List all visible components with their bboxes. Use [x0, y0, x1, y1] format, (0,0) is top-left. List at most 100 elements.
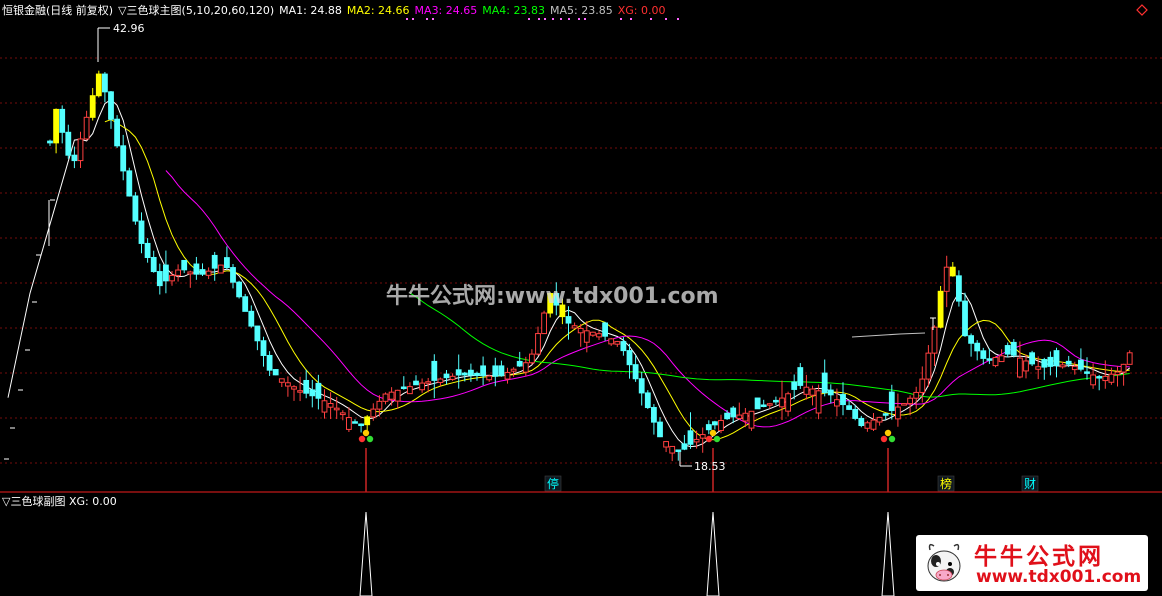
candle-body [47, 140, 53, 144]
candle-body [809, 388, 816, 396]
candle-body [358, 423, 365, 427]
candle-body [364, 416, 371, 426]
candle-body [1114, 371, 1121, 376]
candle-body [181, 259, 188, 271]
candle-body [230, 267, 236, 283]
candle-body [327, 403, 334, 408]
candle-body [291, 386, 297, 390]
sub-indicator-label[interactable]: ▽三色球副图 [2, 495, 65, 508]
candle-body [626, 350, 633, 366]
candle-body [254, 325, 261, 342]
ma-line-ma5 [851, 332, 926, 338]
candle-body [400, 386, 407, 390]
candle-body [529, 353, 535, 364]
candle-body [736, 414, 743, 420]
ball-green [888, 435, 896, 443]
signal-spike [881, 511, 895, 596]
candle-body [108, 91, 114, 120]
candle-body [1047, 356, 1054, 367]
candle-body [535, 333, 541, 355]
candle-body [510, 368, 517, 372]
candle-body [315, 382, 322, 399]
logo-text-bottom: www.tdx001.com [976, 567, 1142, 587]
candle-body [577, 327, 584, 334]
candle-body [486, 375, 493, 381]
candle-body [907, 397, 914, 405]
candle-body [913, 391, 920, 399]
candle-body [169, 274, 175, 282]
candle-body [748, 410, 755, 429]
candle-body [126, 170, 133, 197]
candle-body [272, 369, 279, 376]
candle-body [217, 264, 224, 274]
ball-red [358, 435, 366, 443]
candle-body [156, 271, 163, 287]
candle-body [571, 325, 578, 329]
candle-body [1059, 364, 1066, 368]
candle-body [1023, 360, 1029, 372]
candle-body [901, 403, 907, 406]
candle-body [962, 300, 968, 337]
candle-body [803, 386, 810, 395]
candle-body [663, 441, 670, 448]
candle-body [980, 350, 987, 359]
panel-separator[interactable] [0, 490, 1162, 494]
candle-body [1084, 371, 1090, 374]
candle-body [407, 386, 413, 395]
candle-body [187, 271, 194, 275]
candle-body [224, 257, 230, 269]
ball-green [366, 435, 374, 443]
candle-body [882, 413, 889, 416]
candle-body [120, 145, 127, 172]
ball-yellow [884, 429, 892, 437]
candle-body [175, 269, 181, 276]
candle-body [1078, 359, 1084, 370]
diamond-icon[interactable] [1136, 4, 1148, 16]
candle-body [858, 417, 865, 427]
candle-body [492, 365, 499, 377]
candle-body [59, 108, 66, 133]
candle-body [699, 434, 706, 439]
candle-body [895, 406, 901, 420]
candle-body [449, 375, 456, 380]
candle-body [791, 381, 798, 390]
candle-body [590, 331, 596, 336]
candle-body [297, 390, 304, 393]
candle-body [1071, 365, 1078, 371]
candle-body [1029, 352, 1035, 365]
candle-body [376, 400, 383, 410]
main-indicator-label[interactable]: ▽三色球主图(5,10,20,60,120) [118, 4, 274, 17]
candle-body [431, 360, 438, 381]
stock-title: 恒银金融(日线 前复权) [2, 4, 114, 17]
candle-body [278, 378, 285, 383]
candle-body [65, 131, 72, 156]
ma-line-ma2 [104, 118, 1130, 441]
candle-body [931, 326, 938, 354]
candle-body [949, 266, 956, 277]
candle-body [541, 312, 548, 335]
candle-body [114, 118, 120, 147]
candle-body [144, 242, 151, 258]
ball-yellow [709, 429, 717, 437]
candle-body [681, 443, 688, 450]
ball-yellow [362, 429, 370, 437]
candle-body [77, 138, 84, 162]
candle-body [1041, 359, 1048, 368]
marker-badge: 停 [544, 475, 562, 492]
candle-body [705, 424, 712, 431]
candle-body [309, 389, 316, 397]
candle-body [138, 220, 145, 244]
candle-body [797, 367, 804, 386]
candle-body [303, 379, 310, 394]
candle-body [956, 275, 962, 302]
candle-body [163, 264, 169, 282]
main-price-chart[interactable]: 停 榜 财 42.96 18.53 牛牛公式网:www.tdx001.com [0, 0, 1162, 492]
candle-body [102, 73, 108, 93]
ma5-readout: MA5: 23.85 [549, 4, 613, 17]
stock-chart-window: 停 榜 财 42.96 18.53 牛牛公式网:www.tdx001.com 恒银金融… [0, 0, 1162, 596]
candle-body [1126, 352, 1133, 365]
candle-body [248, 310, 255, 327]
marker-badge: 财 [1021, 475, 1039, 492]
candle-body [339, 412, 346, 416]
candle-body [1102, 375, 1109, 382]
